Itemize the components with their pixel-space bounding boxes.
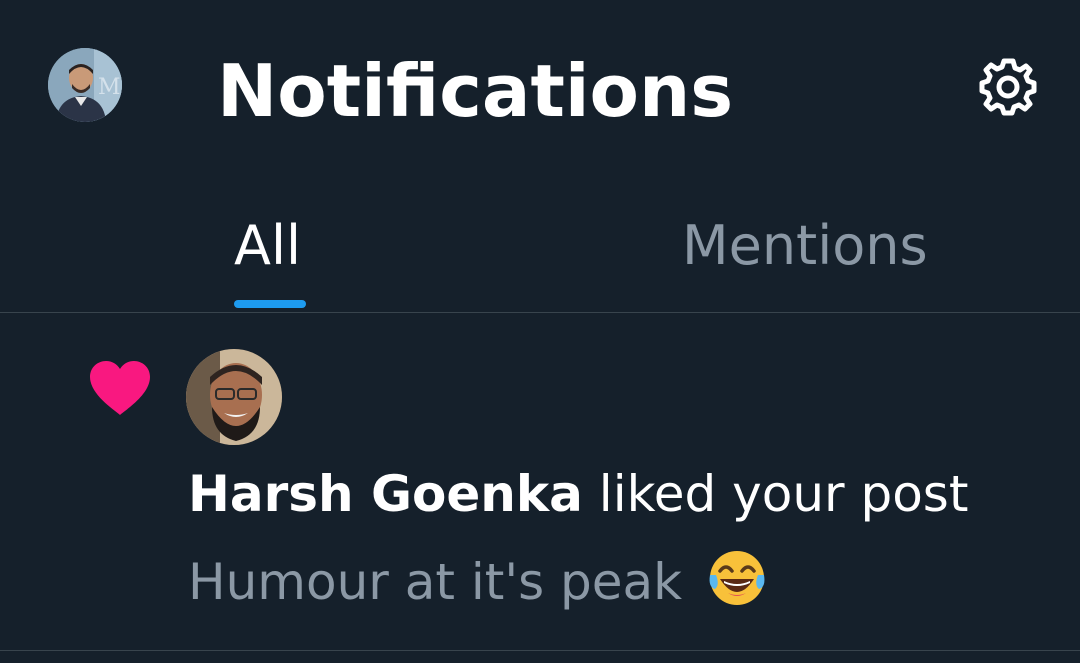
user-avatar-icon: M: [48, 48, 122, 122]
user-avatar-icon: [186, 349, 282, 445]
profile-avatar[interactable]: M: [48, 48, 122, 122]
notification-item[interactable]: Harsh Goenka liked your post Humour at i…: [0, 313, 1080, 651]
notification-text: Harsh Goenka liked your post: [188, 463, 968, 525]
face-with-tears-of-joy-emoji: [709, 551, 765, 605]
active-tab-indicator: [234, 300, 306, 308]
user-name-link[interactable]: Harsh Goenka: [188, 465, 583, 523]
tab-bar: All Mentions: [0, 180, 1080, 313]
svg-text:M: M: [98, 75, 121, 100]
header: M Notifications: [0, 0, 1080, 180]
tab-all[interactable]: All: [0, 180, 540, 312]
notification-action: liked your post: [582, 465, 969, 523]
tab-mentions[interactable]: Mentions: [540, 180, 1080, 312]
tab-mentions-label: Mentions: [682, 214, 928, 277]
gear-icon: [979, 58, 1037, 116]
liker-avatar[interactable]: [186, 349, 282, 445]
settings-button[interactable]: [970, 52, 1046, 122]
post-preview: Humour at it's peak: [188, 547, 768, 613]
tab-all-label: All: [234, 214, 301, 277]
heart-icon: [90, 361, 150, 415]
post-preview-text: Humour at it's peak: [188, 553, 683, 611]
page-title: Notifications: [217, 49, 734, 133]
